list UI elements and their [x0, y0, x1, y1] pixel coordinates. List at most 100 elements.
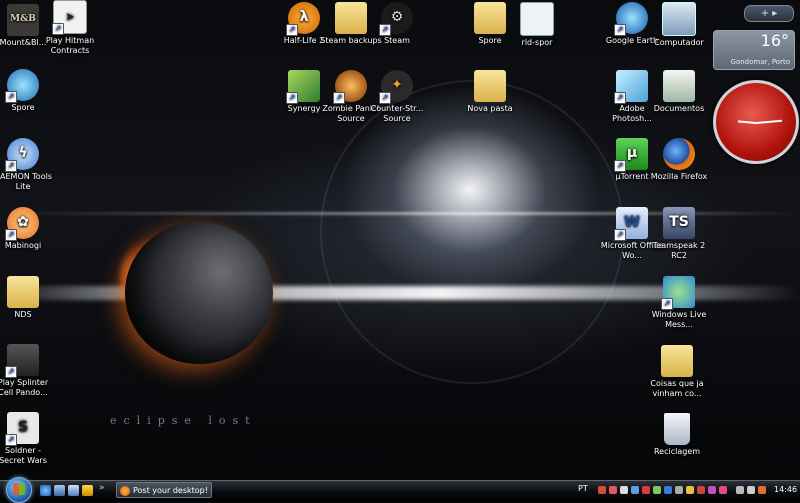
clock-gadget[interactable]	[713, 80, 799, 164]
folder-icon	[661, 345, 693, 377]
tray-icon-13[interactable]	[758, 486, 766, 494]
wallpaper-ring	[320, 80, 624, 384]
tray-icon-12[interactable]	[719, 486, 727, 494]
teamspeak-icon: TS	[663, 207, 695, 239]
taskbar-button-firefox[interactable]: Post your desktop! -...	[116, 482, 212, 498]
shortcut-arrow-icon: ↗	[52, 23, 64, 35]
recycle-bin-icon	[664, 413, 690, 445]
media-player-icon[interactable]	[82, 485, 93, 496]
weather-gadget[interactable]: 16° Gondomar, Porto	[713, 30, 795, 70]
weather-location: Gondomar, Porto	[730, 58, 790, 66]
desktop-icon-documentos[interactable]: Documentos	[647, 70, 711, 114]
soldner-icon: S ↗	[5, 412, 39, 446]
shortcut-arrow-icon: ↗	[5, 160, 17, 172]
word-icon: W ↗	[614, 207, 648, 241]
tray-icon-11[interactable]	[708, 486, 716, 494]
desktop-icon-soldner[interactable]: S ↗ Soldner - Secret Wars	[0, 412, 55, 465]
shortcut-arrow-icon: ↗	[614, 229, 626, 241]
desktop-icon-teamspeak[interactable]: TS Teamspeak 2 RC2	[647, 207, 711, 260]
tray-icon-1[interactable]	[598, 486, 606, 494]
taskbar: » Post your desktop! -... PT 14:46	[0, 477, 800, 503]
half-life-icon: λ ↗	[286, 2, 320, 36]
desktop-icon-nds[interactable]: NDS	[0, 276, 55, 320]
network-icon[interactable]	[736, 486, 744, 494]
desktop-icon-daemon-tools[interactable]: ϟ↗ DAEMON Tools Lite	[0, 138, 55, 191]
desktop-icon-recycle-bin[interactable]: Reciclagem	[645, 413, 709, 457]
hitman-icon: ➤ ↗	[52, 0, 87, 35]
desktop-icon-hitman[interactable]: ➤ ↗ Play Hitman Contracts	[38, 0, 102, 55]
computer-icon	[662, 2, 696, 36]
shortcut-arrow-icon: ↗	[286, 24, 298, 36]
folder-icon	[335, 2, 367, 34]
clock-hand-minute	[755, 119, 782, 124]
spore-icon: ↗	[5, 69, 39, 103]
documents-icon	[663, 70, 695, 102]
desktop-icon-nova-pasta[interactable]: Nova pasta	[458, 70, 522, 114]
shortcut-arrow-icon: ↗	[661, 298, 673, 310]
taskbar-clock[interactable]: 14:46	[774, 485, 797, 494]
firefox-icon	[663, 138, 695, 170]
tray-icon-9[interactable]	[686, 486, 694, 494]
splinter-cell-icon: ↗	[5, 344, 39, 378]
tray-icon-5[interactable]	[642, 486, 650, 494]
quicklaunch-overflow[interactable]: »	[99, 483, 105, 493]
weather-temperature: 16°	[760, 31, 789, 50]
windows-logo-icon	[13, 483, 25, 495]
wallpaper-caption: eclipse lost	[110, 414, 257, 427]
tray-icon-2[interactable]	[609, 486, 617, 494]
steam-icon: ⚙ ↗	[379, 2, 413, 36]
desktop-icon-firefox[interactable]: Mozilla Firefox	[647, 138, 711, 182]
switch-windows-icon[interactable]	[68, 485, 79, 496]
desktop-icon-live-messenger[interactable]: ↗ Windows Live Mess...	[647, 276, 711, 329]
start-button[interactable]	[6, 477, 32, 503]
shortcut-arrow-icon: ↗	[379, 24, 391, 36]
desktop-icon-coisas[interactable]: Coisas que ja vinham co...	[645, 345, 709, 398]
messenger-icon: ↗	[661, 276, 695, 310]
google-earth-icon: ↗	[614, 2, 648, 36]
shortcut-arrow-icon: ↗	[5, 229, 17, 241]
mountblade-icon: M&B	[7, 4, 39, 36]
window-icon	[520, 2, 554, 36]
shortcut-arrow-icon: ↗	[5, 434, 17, 446]
language-indicator[interactable]: PT	[578, 484, 588, 493]
volume-icon[interactable]	[747, 486, 755, 494]
desktop-icon-spore[interactable]: ↗ Spore	[0, 69, 55, 113]
internet-explorer-icon[interactable]	[40, 485, 51, 496]
tray-icon-3[interactable]	[620, 486, 628, 494]
show-desktop-icon[interactable]	[54, 485, 65, 496]
shortcut-arrow-icon: ↗	[5, 91, 17, 103]
folder-icon	[7, 276, 39, 308]
utorrent-icon: µ ↗	[614, 138, 648, 172]
shortcut-arrow-icon: ↗	[614, 92, 626, 104]
desktop-icon-counter-strike[interactable]: ✦ ↗ Counter-Str... Source	[365, 70, 429, 123]
daemon-tools-icon: ϟ ↗	[5, 138, 39, 172]
shortcut-arrow-icon: ↗	[614, 24, 626, 36]
shortcut-arrow-icon: ↗	[333, 92, 345, 104]
shortcut-arrow-icon: ↗	[614, 160, 626, 172]
shortcut-arrow-icon: ↗	[286, 92, 298, 104]
folder-icon	[474, 70, 506, 102]
desktop-icon-mabinogi[interactable]: ✿ ↗ Mabinogi	[0, 207, 55, 251]
desktop-icon-splinter-cell[interactable]: ↗ Play Splinter Cell Pando...	[0, 344, 55, 397]
clock-hand-hour	[737, 120, 757, 124]
synergy-icon: ↗	[286, 70, 320, 104]
tray-icon-4[interactable]	[631, 486, 639, 494]
counter-strike-icon: ✦ ↗	[379, 70, 413, 104]
tray-icon-10[interactable]	[697, 486, 705, 494]
shortcut-arrow-icon: ↗	[379, 92, 391, 104]
desktop-icon-computador[interactable]: Computador	[647, 2, 711, 48]
firefox-icon	[120, 486, 130, 496]
wallpaper-planet	[125, 222, 273, 364]
tray-icon-8[interactable]	[675, 486, 683, 494]
shortcut-arrow-icon: ↗	[5, 366, 17, 378]
sidebar-controls[interactable]: + ▸	[744, 5, 794, 22]
zombie-panic-icon: ↗	[333, 70, 367, 104]
desktop-icon-steam[interactable]: ⚙ ↗ Steam	[365, 2, 429, 46]
desktop-icon-rld-spor[interactable]: rld-spor	[505, 2, 569, 48]
folder-icon	[474, 2, 506, 34]
photoshop-icon: ↗	[614, 70, 648, 104]
mabinogi-icon: ✿ ↗	[5, 207, 39, 241]
desktop-wallpaper: eclipse lost M&B Mount&Bl... ➤ ↗ Play Hit…	[0, 0, 800, 480]
tray-icon-6[interactable]	[653, 486, 661, 494]
tray-icon-7[interactable]	[664, 486, 672, 494]
